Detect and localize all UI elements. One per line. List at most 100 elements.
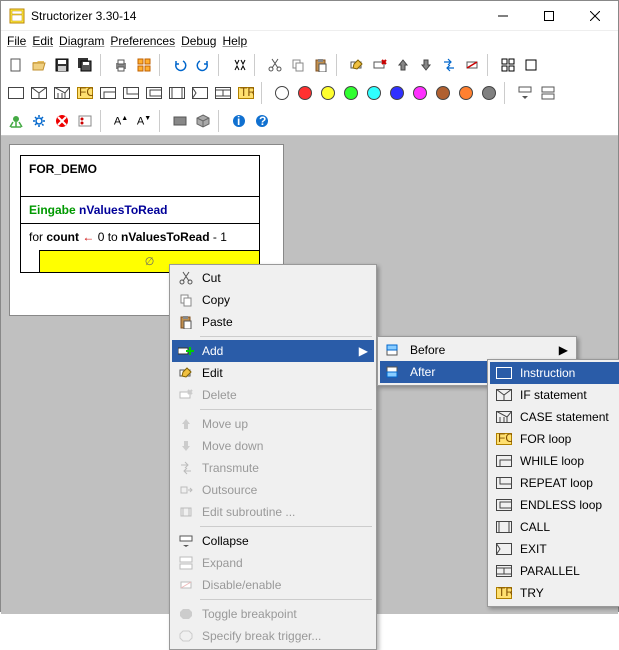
minimize-button[interactable] bbox=[480, 1, 526, 31]
ctx-before[interactable]: Before▶ bbox=[380, 339, 574, 361]
color-swatch[interactable] bbox=[409, 82, 431, 104]
group-view-button[interactable] bbox=[497, 54, 519, 76]
shape-parallel-button[interactable] bbox=[212, 82, 234, 104]
redo-button[interactable] bbox=[192, 54, 214, 76]
for-header[interactable]: for count ← 0 to nValuesToRead - 1 bbox=[21, 224, 259, 250]
disable-button[interactable] bbox=[461, 54, 483, 76]
diagram-frame[interactable]: FOR_DEMO Eingabe nValuesToRead for count… bbox=[20, 155, 260, 273]
expand-all-button[interactable] bbox=[537, 82, 559, 104]
shape-repeat-button[interactable] bbox=[120, 82, 142, 104]
cut-button[interactable] bbox=[264, 54, 286, 76]
ctx-disable[interactable]: Disable/enable bbox=[172, 574, 374, 596]
ctx-transmute[interactable]: Transmute bbox=[172, 457, 374, 479]
color-swatch[interactable] bbox=[363, 82, 385, 104]
menu-diagram[interactable]: Diagram bbox=[59, 34, 104, 48]
delete-element-button[interactable] bbox=[369, 54, 391, 76]
ctx-expand[interactable]: Expand bbox=[172, 552, 374, 574]
menu-preferences[interactable]: Preferences bbox=[110, 34, 175, 48]
ctx-type-exit[interactable]: EXIT bbox=[490, 538, 619, 560]
ctx-type-instruction[interactable]: Instruction bbox=[490, 362, 619, 384]
edit-element-button[interactable] bbox=[346, 54, 368, 76]
close-button[interactable] bbox=[572, 1, 618, 31]
shape-call-button[interactable] bbox=[166, 82, 188, 104]
ctx-type-parallel[interactable]: PARALLEL bbox=[490, 560, 619, 582]
maximize-button[interactable] bbox=[526, 1, 572, 31]
ctx-cut[interactable]: Cut bbox=[172, 267, 374, 289]
ctx-edit[interactable]: Edit bbox=[172, 362, 374, 384]
shape-if-button[interactable] bbox=[28, 82, 50, 104]
ctx-type-call[interactable]: CALL bbox=[490, 516, 619, 538]
open-button[interactable] bbox=[28, 54, 50, 76]
color-swatch[interactable] bbox=[271, 82, 293, 104]
shape-case-button[interactable] bbox=[51, 82, 73, 104]
color-swatch[interactable] bbox=[317, 82, 339, 104]
ctx-paste[interactable]: Paste bbox=[172, 311, 374, 333]
ctx-add[interactable]: Add▶ bbox=[172, 340, 374, 362]
ctx-type-while[interactable]: WHILE loop bbox=[490, 450, 619, 472]
undo-button[interactable] bbox=[169, 54, 191, 76]
shape-endless-button[interactable] bbox=[143, 82, 165, 104]
save-button[interactable] bbox=[51, 54, 73, 76]
ctx-collapse[interactable]: Collapse bbox=[172, 530, 374, 552]
color-swatch[interactable] bbox=[432, 82, 454, 104]
color-swatch[interactable] bbox=[478, 82, 500, 104]
menu-bar: File Edit Diagram Preferences Debug Help bbox=[1, 31, 618, 51]
execute-button[interactable] bbox=[5, 110, 27, 132]
menu-help[interactable]: Help bbox=[222, 34, 247, 48]
transmute-button[interactable] bbox=[438, 54, 460, 76]
font-down-button[interactable]: A▼ bbox=[133, 110, 155, 132]
font-up-button[interactable]: A▲ bbox=[110, 110, 132, 132]
ctx-toggle-breakpoint[interactable]: Toggle breakpoint bbox=[172, 603, 374, 625]
color-swatch[interactable] bbox=[386, 82, 408, 104]
breakpoint-list-button[interactable] bbox=[74, 110, 96, 132]
ctx-delete[interactable]: Delete bbox=[172, 384, 374, 406]
ctx-edit-subroutine[interactable]: Edit subroutine ... bbox=[172, 501, 374, 523]
separator bbox=[159, 54, 165, 76]
arrange-button[interactable] bbox=[133, 54, 155, 76]
ctx-type-repeat[interactable]: REPEAT loop bbox=[490, 472, 619, 494]
settings-button[interactable] bbox=[28, 110, 50, 132]
menu-edit[interactable]: Edit bbox=[32, 34, 53, 48]
collapse-all-button[interactable] bbox=[514, 82, 536, 104]
shape-exit-button[interactable] bbox=[189, 82, 211, 104]
ctx-type-if[interactable]: IF statement bbox=[490, 384, 619, 406]
stop-button[interactable] bbox=[51, 110, 73, 132]
shape-while-button[interactable] bbox=[97, 82, 119, 104]
find-button[interactable] bbox=[228, 54, 250, 76]
save-all-button[interactable] bbox=[74, 54, 96, 76]
toggle-3d-button[interactable] bbox=[192, 110, 214, 132]
new-button[interactable] bbox=[5, 54, 27, 76]
title-bar: Structorizer 3.30-14 bbox=[1, 1, 618, 31]
ctx-type-endless[interactable]: ENDLESS loop bbox=[490, 494, 619, 516]
color-swatch[interactable] bbox=[455, 82, 477, 104]
move-down-button[interactable] bbox=[415, 54, 437, 76]
ctx-outsource[interactable]: Outsource bbox=[172, 479, 374, 501]
svg-text:FOR: FOR bbox=[79, 87, 93, 99]
move-up-button[interactable] bbox=[392, 54, 414, 76]
ctx-type-for[interactable]: FORFOR loop bbox=[490, 428, 619, 450]
help-button[interactable]: ? bbox=[251, 110, 273, 132]
single-view-button[interactable] bbox=[520, 54, 542, 76]
diagram-title[interactable]: FOR_DEMO bbox=[21, 156, 259, 196]
color-swatch[interactable] bbox=[294, 82, 316, 104]
for-arrow: ← bbox=[79, 230, 98, 244]
color-swatch[interactable] bbox=[340, 82, 362, 104]
ctx-specify-break[interactable]: Specify break trigger... bbox=[172, 625, 374, 647]
toggle-comments-button[interactable] bbox=[169, 110, 191, 132]
move-up-icon bbox=[176, 416, 196, 432]
info-button[interactable]: i bbox=[228, 110, 250, 132]
menu-debug[interactable]: Debug bbox=[181, 34, 216, 48]
ctx-move-down[interactable]: Move down bbox=[172, 435, 374, 457]
ctx-copy[interactable]: Copy bbox=[172, 289, 374, 311]
diagram-input-row[interactable]: Eingabe nValuesToRead bbox=[21, 196, 259, 223]
paste-button[interactable] bbox=[310, 54, 332, 76]
print-button[interactable] bbox=[110, 54, 132, 76]
menu-file[interactable]: File bbox=[7, 34, 26, 48]
shape-try-button[interactable]: TRY bbox=[235, 82, 257, 104]
ctx-type-case[interactable]: CASE statement bbox=[490, 406, 619, 428]
copy-button[interactable] bbox=[287, 54, 309, 76]
ctx-move-up[interactable]: Move up bbox=[172, 413, 374, 435]
shape-instruction-button[interactable] bbox=[5, 82, 27, 104]
shape-for-button[interactable]: FOR bbox=[74, 82, 96, 104]
ctx-type-try[interactable]: TRYTRY bbox=[490, 582, 619, 604]
